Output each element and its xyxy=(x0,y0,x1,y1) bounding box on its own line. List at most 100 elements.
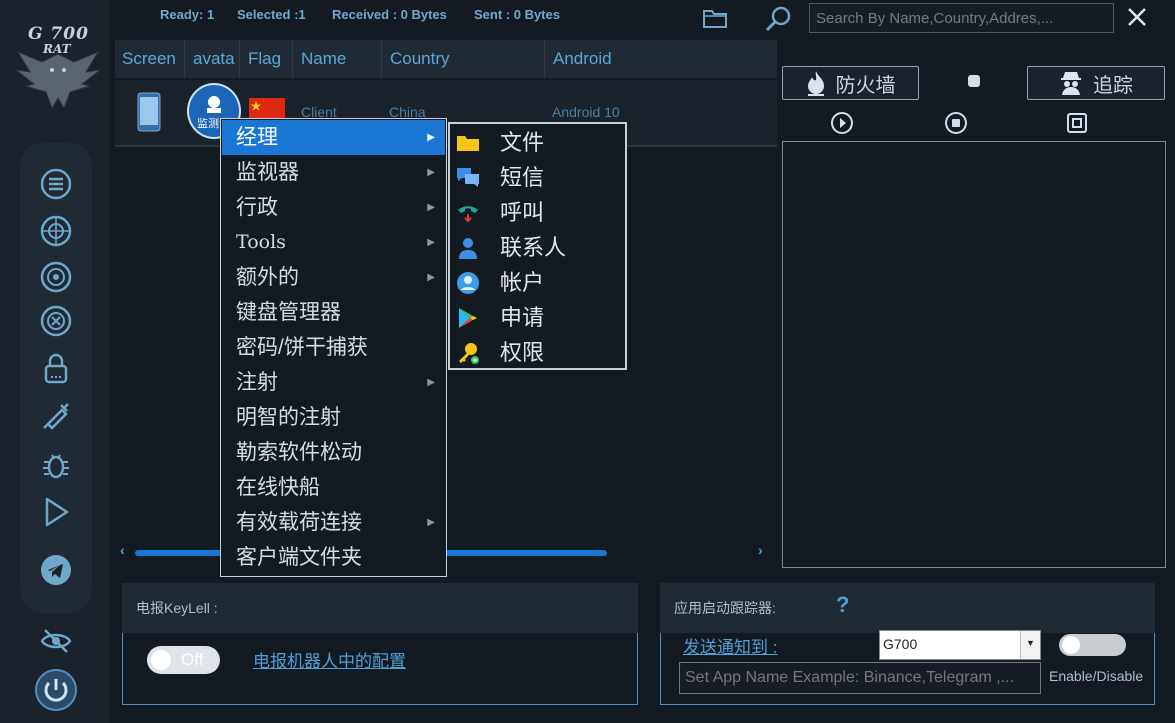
telegram-keylogger-panel: 电报KeyLell : Off 电报机器人中的配置 xyxy=(122,583,638,705)
submenu-item-files[interactable]: 文件 xyxy=(450,125,625,160)
tracking-button[interactable]: 追踪 xyxy=(1027,66,1165,100)
submenu-item-label: 申请 xyxy=(500,305,545,330)
menu-item-label: 客户端文件夹 xyxy=(236,546,362,569)
submenu-item-label: 文件 xyxy=(500,130,545,155)
column-header-avatar[interactable]: avata xyxy=(186,40,240,78)
menu-item-admin[interactable]: 行政 ▶ xyxy=(222,190,445,225)
menu-item-client-folder[interactable]: 客户端文件夹 xyxy=(222,540,445,575)
submenu-item-label: 权限 xyxy=(500,340,545,365)
search-input[interactable] xyxy=(809,3,1114,33)
sidebar-inject-button[interactable] xyxy=(38,398,74,434)
eye-slash-icon xyxy=(40,629,72,653)
telegram-config-link[interactable]: 电报机器人中的配置 xyxy=(253,647,406,672)
send-to-select[interactable]: G700 ▼ xyxy=(879,630,1041,660)
bug-icon xyxy=(43,454,69,479)
telegram-toggle[interactable]: Off xyxy=(147,646,220,674)
menu-item-extra[interactable]: 额外的 ▶ xyxy=(222,260,445,295)
status-selected: Selected :1 xyxy=(237,7,306,22)
capture-control-button[interactable] xyxy=(1065,111,1089,135)
stop-control-button[interactable] xyxy=(944,111,968,135)
status-sent: Sent : 0 Bytes xyxy=(474,7,560,22)
sidebar-power-button[interactable] xyxy=(34,668,78,712)
menu-item-keyboard-manager[interactable]: 键盘管理器 xyxy=(222,295,445,330)
menu-item-tools[interactable]: Tools ▶ xyxy=(222,225,445,260)
submenu-item-applications[interactable]: 申请 xyxy=(450,300,625,335)
app-name-input[interactable] xyxy=(679,662,1041,694)
app-tracker-title-bar: 应用启动跟踪器: ? xyxy=(660,583,1155,633)
enable-toggle[interactable] xyxy=(1059,634,1126,656)
logo-text-main: G 700 xyxy=(28,24,89,44)
play-icon xyxy=(45,497,69,527)
sidebar-telegram-button[interactable] xyxy=(38,552,74,588)
menu-item-password-capture[interactable]: 密码/饼干捕获 xyxy=(222,330,445,365)
firewall-label: 防火墙 xyxy=(835,74,896,97)
menu-item-label: 额外的 xyxy=(236,266,299,289)
column-header-name[interactable]: Name xyxy=(294,40,382,78)
sidebar-close-button[interactable] xyxy=(38,303,74,339)
sidebar: G 700 RAT xyxy=(0,0,110,723)
search-icon xyxy=(765,6,791,32)
menu-item-label: 有效载荷连接 xyxy=(236,511,362,534)
power-icon xyxy=(35,669,77,711)
menu-item-manager[interactable]: 经理 ▶ xyxy=(222,120,445,155)
submenu-item-calls[interactable]: 呼叫 xyxy=(450,195,625,230)
submenu-item-accounts[interactable]: 帐户 xyxy=(450,265,625,300)
send-to-link[interactable]: 发送通知到 : xyxy=(683,633,777,658)
menu-item-label: 注射 xyxy=(236,371,278,394)
submenu-item-sms[interactable]: 短信 xyxy=(450,160,625,195)
status-received: Received : 0 Bytes xyxy=(332,7,447,22)
menu-item-payload-link[interactable]: 有效载荷连接 ▶ xyxy=(222,505,445,540)
play-circle-icon xyxy=(831,112,853,134)
menu-item-label: 密码/饼干捕获 xyxy=(236,336,368,359)
submenu-item-permissions[interactable]: 权限 xyxy=(450,335,625,370)
menu-item-monitor[interactable]: 监视器 ▶ xyxy=(222,155,445,190)
status-indicator xyxy=(968,75,980,87)
column-header-flag[interactable]: Flag xyxy=(241,40,293,78)
menu-item-label: 在线快船 xyxy=(236,476,320,499)
help-icon[interactable]: ? xyxy=(836,592,849,618)
menu-item-label: 明智的注射 xyxy=(236,406,341,429)
dropdown-button[interactable]: ▼ xyxy=(1020,631,1040,659)
sidebar-target-button[interactable] xyxy=(38,259,74,295)
sidebar-bug-button[interactable] xyxy=(38,447,74,483)
sidebar-hide-button[interactable] xyxy=(38,623,74,659)
folder-outline-icon xyxy=(703,10,727,28)
scroll-right-icon[interactable]: › xyxy=(758,542,763,558)
phone-screen-icon xyxy=(137,92,161,132)
column-header-android[interactable]: Android xyxy=(546,40,777,78)
close-button[interactable] xyxy=(1124,4,1150,30)
toggle-knob xyxy=(151,650,171,670)
sidebar-menu-button[interactable] xyxy=(38,166,74,202)
search-button[interactable] xyxy=(764,5,792,33)
chevron-right-icon: ▶ xyxy=(427,272,435,283)
sidebar-play-button[interactable] xyxy=(38,494,74,530)
menu-item-smart-inject[interactable]: 明智的注射 xyxy=(222,400,445,435)
menu-item-label: 键盘管理器 xyxy=(236,301,341,324)
chevron-down-icon: ▼ xyxy=(1026,638,1035,648)
menu-item-label: 监视器 xyxy=(236,161,299,184)
chevron-right-icon: ▶ xyxy=(427,517,435,528)
chevron-right-icon: ▶ xyxy=(427,132,435,143)
telegram-panel-title: 电报KeyLell : xyxy=(122,583,638,633)
column-header-country[interactable]: Country xyxy=(383,40,545,78)
folder-icon xyxy=(457,136,479,151)
spy-icon xyxy=(1061,72,1081,95)
menu-item-online-clipper[interactable]: 在线快船 xyxy=(222,470,445,505)
play-store-icon xyxy=(459,308,477,328)
menu-item-ransomware[interactable]: 勒索软件松动 xyxy=(222,435,445,470)
telegram-panel-body: Off 电报机器人中的配置 xyxy=(122,633,638,705)
sidebar-radar-button[interactable] xyxy=(38,213,74,249)
folder-button[interactable] xyxy=(702,6,728,30)
play-control-button[interactable] xyxy=(830,111,854,135)
crosshair-icon xyxy=(40,215,72,247)
sidebar-lock-button[interactable] xyxy=(38,350,74,386)
column-header-screen[interactable]: Screen xyxy=(115,40,185,78)
firewall-button[interactable]: 防火墙 xyxy=(782,66,919,100)
screenshot-icon xyxy=(1067,113,1087,133)
scroll-left-icon[interactable]: ‹ xyxy=(120,542,125,558)
logo-text-sub: RAT xyxy=(43,42,71,56)
menu-item-inject[interactable]: 注射 ▶ xyxy=(222,365,445,400)
manager-submenu: 文件 短信 呼叫 联系人 帐户 申请 权限 xyxy=(448,122,627,370)
account-icon xyxy=(457,272,479,294)
submenu-item-contacts[interactable]: 联系人 xyxy=(450,230,625,265)
